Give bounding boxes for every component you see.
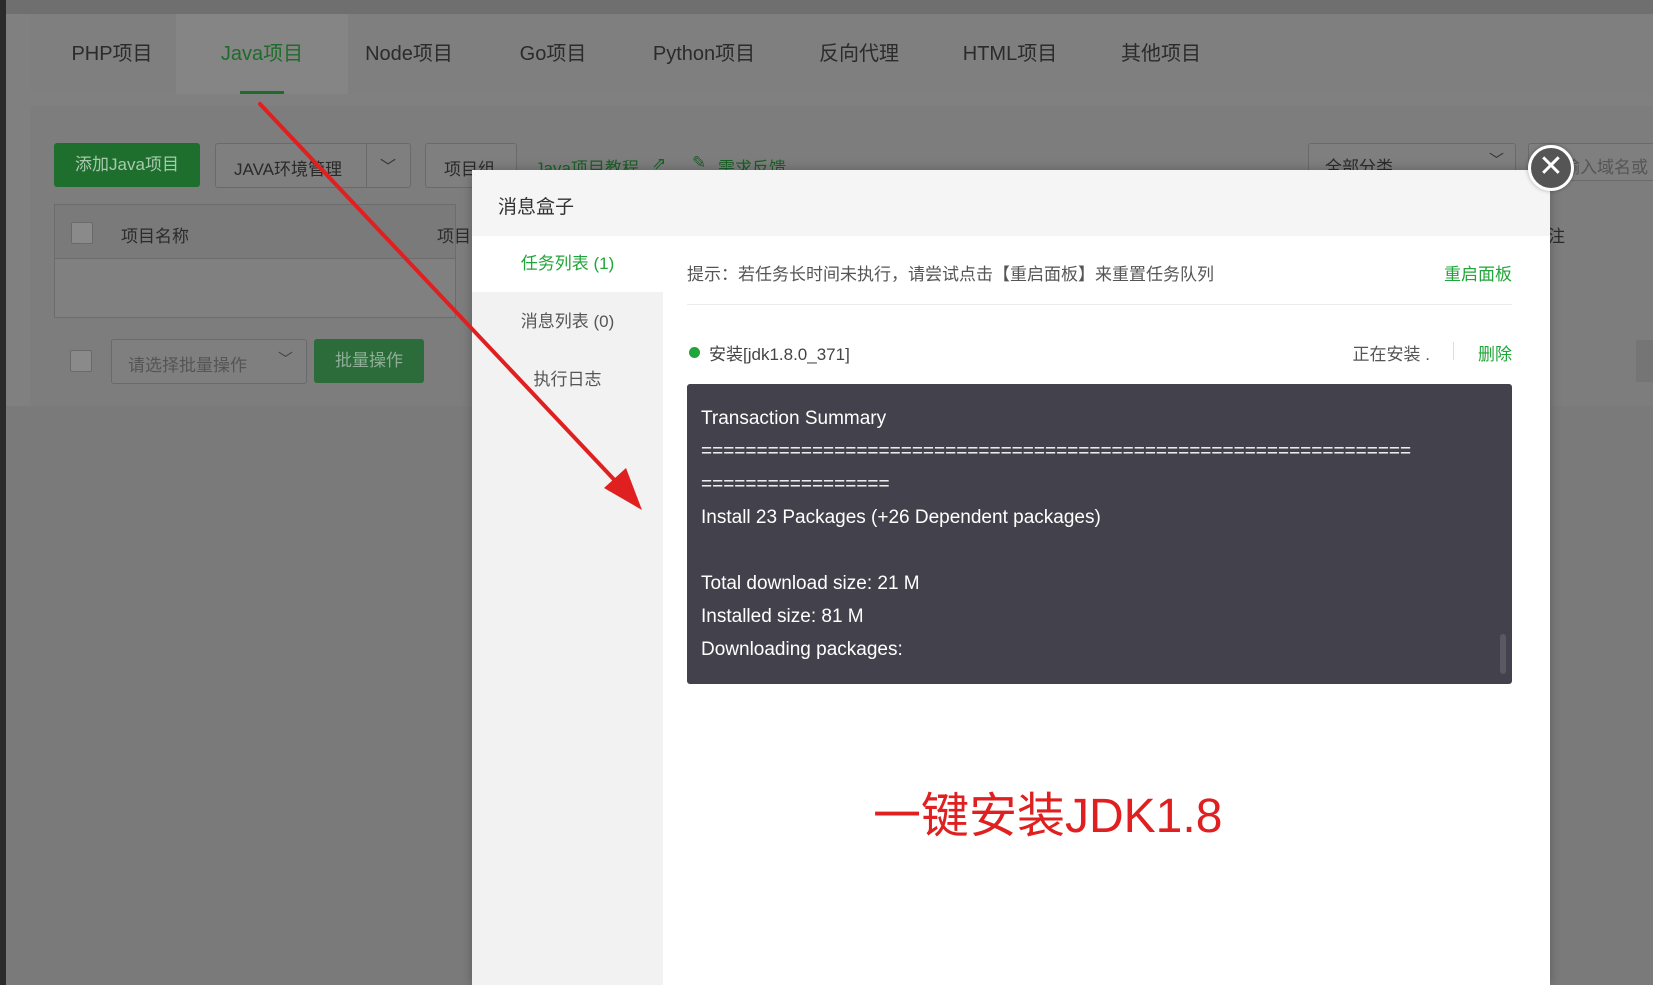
batch-operation-select[interactable]: 请选择批量操作 ﹀ bbox=[111, 339, 307, 384]
tab-html[interactable]: HTML项目 bbox=[926, 14, 1094, 94]
tip-text: 提示：若任务长时间未执行，请尝试点击【重启面板】来重置任务队列 bbox=[687, 265, 1214, 284]
console-line: Installed size: 81 M bbox=[701, 606, 864, 627]
sidebar-item-task-list[interactable]: 任务列表 (1) bbox=[472, 236, 663, 292]
sidebar-item-execution-log[interactable]: 执行日志 bbox=[472, 352, 663, 408]
tab-php[interactable]: PHP项目 bbox=[42, 14, 182, 94]
tab-reverse-proxy[interactable]: 反向代理 bbox=[786, 14, 932, 94]
table-body bbox=[54, 258, 456, 318]
console-line: Install 23 Packages (+26 Dependent packa… bbox=[701, 507, 1101, 528]
column-header-name: 项目名称 bbox=[121, 227, 189, 246]
java-env-button[interactable]: JAVA环境管理 ﹀ bbox=[215, 143, 411, 188]
close-icon[interactable]: ✕ bbox=[1528, 145, 1574, 191]
batch-operation-button[interactable]: 批量操作 bbox=[314, 339, 424, 383]
add-java-project-button[interactable]: 添加Java项目 bbox=[54, 143, 200, 187]
console-scrollbar[interactable] bbox=[1500, 634, 1506, 674]
console-line: Transaction Summary bbox=[701, 408, 887, 429]
modal-title: 消息盒子 bbox=[498, 197, 575, 218]
search-placeholder: 输入域名或 bbox=[1563, 158, 1648, 177]
select-all-checkbox[interactable] bbox=[71, 222, 93, 244]
divider bbox=[687, 304, 1512, 305]
tab-python[interactable]: Python项目 bbox=[616, 14, 792, 94]
chevron-down-icon[interactable]: ﹀ bbox=[380, 153, 396, 177]
tab-other[interactable]: 其他项目 bbox=[1088, 14, 1234, 94]
modal-header: 消息盒子 bbox=[472, 170, 1550, 237]
batch-checkbox[interactable] bbox=[70, 350, 92, 372]
console-line: ================= bbox=[701, 474, 890, 495]
sidebar-item-message-list[interactable]: 消息列表 (0) bbox=[472, 294, 663, 350]
delete-task-link[interactable]: 删除 bbox=[1478, 340, 1512, 365]
table-header: 项目名称 项目 bbox=[54, 204, 471, 259]
tab-node[interactable]: Node项目 bbox=[328, 14, 490, 94]
modal-sidebar: 任务列表 (1) 消息列表 (0) 执行日志 bbox=[472, 236, 663, 985]
install-log-console[interactable]: Transaction Summary ====================… bbox=[687, 384, 1512, 684]
project-tabs: PHP项目 Java项目 Node项目 Go项目 Python项目 反向代理 H… bbox=[30, 14, 1653, 94]
message-box-modal: 消息盒子 任务列表 (1) 消息列表 (0) 执行日志 提示：若任务长时间未执行… bbox=[472, 170, 1550, 985]
task-name: 安装[jdk1.8.0_371] bbox=[709, 345, 850, 364]
right-edge-control bbox=[1636, 340, 1653, 382]
java-env-label: JAVA环境管理 bbox=[234, 160, 342, 179]
top-gap bbox=[6, 0, 1653, 14]
button-divider bbox=[366, 144, 367, 187]
annotation-text: 一键安装JDK1.8 bbox=[873, 790, 1223, 843]
task-list-content: 提示：若任务长时间未执行，请尝试点击【重启面板】来重置任务队列 重启面板 安装[… bbox=[663, 236, 1550, 985]
chevron-down-icon: ﹀ bbox=[1489, 152, 1505, 169]
separator bbox=[1453, 342, 1454, 360]
tab-go[interactable]: Go项目 bbox=[484, 14, 622, 94]
restart-panel-link[interactable]: 重启面板 bbox=[1444, 260, 1512, 285]
chevron-down-icon: ﹀ bbox=[278, 351, 294, 368]
console-line: ========================================… bbox=[701, 441, 1412, 462]
console-line: Downloading packages: bbox=[701, 639, 903, 660]
task-status: 正在安装 . bbox=[1352, 345, 1430, 364]
column-header-right: 注 bbox=[1548, 227, 1565, 246]
batch-select-placeholder: 请选择批量操作 bbox=[128, 356, 247, 375]
task-status-dot bbox=[689, 347, 700, 358]
tab-java[interactable]: Java项目 bbox=[176, 14, 348, 94]
column-header-second: 项目 bbox=[437, 227, 471, 246]
console-line: Total download size: 21 M bbox=[701, 573, 920, 594]
